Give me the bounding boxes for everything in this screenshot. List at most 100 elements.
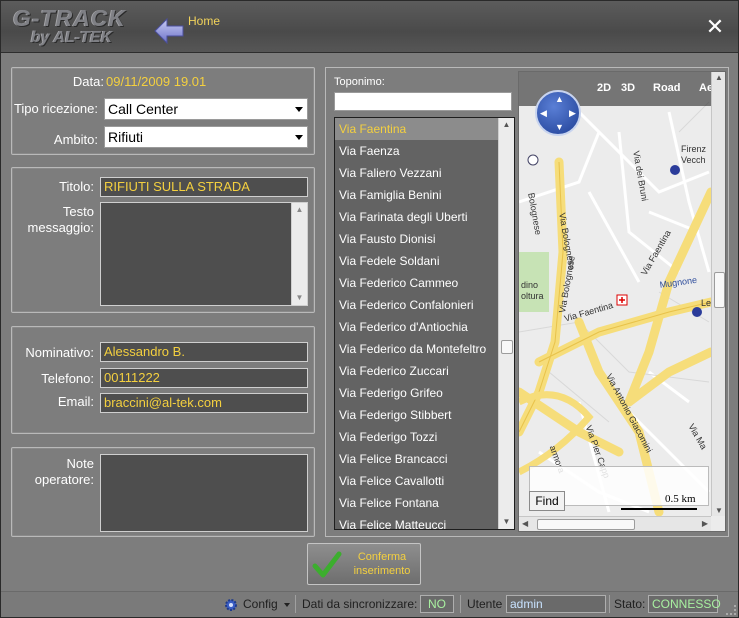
- logo-main: G-TRACK: [13, 5, 127, 31]
- user-label: Utente: [467, 597, 503, 611]
- data-value: 09/11/2009 19.01: [106, 74, 207, 89]
- street-list-item[interactable]: Via Felice Matteucci: [335, 514, 498, 529]
- scroll-up-icon[interactable]: ▲: [715, 73, 723, 82]
- map-scale-label: 0.5 km: [665, 493, 696, 505]
- chevron-down-icon: [295, 135, 303, 140]
- home-button[interactable]: Home: [153, 13, 233, 47]
- telefono-label: Telefono:: [41, 371, 94, 386]
- testo-label-line2: messaggio:: [27, 220, 94, 235]
- ambito-label: Ambito:: [53, 132, 98, 147]
- note-operatore-textarea[interactable]: [100, 454, 308, 532]
- toponimo-label: Toponimo:: [334, 76, 385, 88]
- status-separator: [295, 595, 296, 613]
- testo-label: Testo messaggio:: [4, 204, 94, 236]
- scroll-down-icon[interactable]: ▼: [715, 506, 723, 515]
- street-list-item[interactable]: Via Federico d'Antiochia: [335, 316, 498, 338]
- street-list-item[interactable]: Via Federigo Tozzi: [335, 426, 498, 448]
- street-list-item[interactable]: Via Famiglia Benini: [335, 184, 498, 206]
- email-field[interactable]: braccini@al-tek.com: [100, 393, 308, 413]
- note-label: Note operatore:: [4, 456, 94, 488]
- find-button[interactable]: Find: [529, 491, 565, 511]
- scroll-up-icon[interactable]: ▲: [499, 118, 514, 132]
- title-bar: G-TRACK by AL-TEK Home ✕: [1, 1, 738, 53]
- message-group: Titolo: RIFIUTI SULLA STRADA Testo messa…: [11, 167, 315, 313]
- map-tab-2d[interactable]: 2D: [597, 82, 611, 94]
- pan-down-icon[interactable]: ▼: [555, 122, 564, 132]
- state-label: Stato:: [614, 597, 646, 611]
- confirm-label: Conferma inserimento: [346, 550, 418, 578]
- scroll-down-icon[interactable]: ▼: [499, 515, 514, 529]
- ambito-select[interactable]: Rifiuti: [104, 126, 308, 148]
- street-list-item[interactable]: Via Faliero Vezzani: [335, 162, 498, 184]
- home-label: Home: [188, 14, 221, 28]
- scroll-left-icon[interactable]: ◀: [522, 519, 528, 528]
- state-value: CONNESSO: [648, 595, 721, 613]
- back-arrow-icon: [154, 17, 184, 45]
- testo-messaggio-textarea[interactable]: ▲ ▼: [100, 202, 308, 306]
- toponimo-panel: Toponimo: Via Faentina Via Faenza Via Fali…: [325, 67, 729, 537]
- check-icon: [312, 551, 342, 578]
- street-list[interactable]: Via Faentina Via Faenza Via Faliero Vezzan…: [334, 117, 515, 530]
- status-separator: [460, 595, 461, 613]
- map-hscroll-thumb[interactable]: [537, 519, 635, 530]
- logo-sub: by AL-TEK: [31, 29, 113, 46]
- street-list-item[interactable]: Via Faentina: [335, 118, 498, 140]
- street-list-item[interactable]: Via Federico Confalonieri: [335, 294, 498, 316]
- note-label-line1: Note: [66, 456, 94, 471]
- street-list-item[interactable]: Via Fedele Soldani: [335, 250, 498, 272]
- confirm-label-line2: inserimento: [353, 565, 411, 577]
- pan-up-icon[interactable]: ▲: [555, 94, 564, 104]
- map-horizontal-scrollbar[interactable]: ◀ ▶: [519, 516, 711, 531]
- nominativo-label: Nominativo:: [25, 345, 94, 360]
- compass-pan-icon[interactable]: ▲ ▼ ◀ ▶: [535, 90, 581, 136]
- map-vertical-scrollbar[interactable]: ▲ ▼: [711, 72, 725, 516]
- street-list-item[interactable]: Via Fausto Dionisi: [335, 228, 498, 250]
- map-tab-road[interactable]: Road: [653, 82, 681, 94]
- street-list-item[interactable]: Via Federico Cammeo: [335, 272, 498, 294]
- street-list-item[interactable]: Via Federigo Stibbert: [335, 404, 498, 426]
- map-tab-3d[interactable]: 3D: [621, 82, 635, 94]
- tipo-ricezione-value: Call Center: [108, 101, 179, 117]
- note-label-line2: operatore:: [34, 472, 94, 487]
- confirm-button[interactable]: Conferma inserimento: [307, 543, 421, 585]
- confirm-label-line1: Conferma: [357, 551, 407, 563]
- sync-value: NO: [420, 595, 454, 613]
- scroll-up-icon[interactable]: ▲: [292, 203, 307, 217]
- street-list-scrollbar[interactable]: ▲ ▼: [498, 118, 514, 529]
- config-menu[interactable]: Config: [223, 595, 293, 615]
- resize-grip[interactable]: [726, 605, 736, 615]
- pan-right-icon[interactable]: ▶: [569, 108, 576, 119]
- street-list-item[interactable]: Via Federico da Montefeltro: [335, 338, 498, 360]
- scroll-right-icon[interactable]: ▶: [702, 519, 708, 528]
- tipo-ricezione-select[interactable]: Call Center: [104, 98, 308, 120]
- street-list-item[interactable]: Via Faenza: [335, 140, 498, 162]
- street-list-scroll-thumb[interactable]: [501, 340, 513, 354]
- map-view[interactable]: Firenz Vecch Bolognese Via dei Bruni Via…: [518, 71, 726, 532]
- close-button[interactable]: ✕: [705, 17, 725, 39]
- street-list-item[interactable]: Via Farinata degli Uberti: [335, 206, 498, 228]
- telefono-field[interactable]: 00111222: [100, 368, 308, 388]
- gear-icon: [225, 599, 237, 611]
- note-group: Note operatore:: [11, 447, 315, 537]
- scroll-down-icon[interactable]: ▼: [292, 291, 307, 305]
- street-list-item[interactable]: Via Felice Brancacci: [335, 448, 498, 470]
- street-list-item[interactable]: Via Felice Fontana: [335, 492, 498, 514]
- street-list-item[interactable]: Via Federigo Grifeo: [335, 382, 498, 404]
- email-label: Email:: [57, 394, 94, 409]
- map-label-le: Le: [701, 298, 712, 308]
- nominativo-field[interactable]: Alessandro B.: [100, 342, 308, 362]
- map-vscroll-thumb[interactable]: [714, 272, 725, 308]
- pan-left-icon[interactable]: ◀: [540, 108, 547, 119]
- street-list-item[interactable]: Via Federico Zuccari: [335, 360, 498, 382]
- status-bar: Config Dati da sincronizzare: NO Utente …: [1, 591, 738, 617]
- contact-group: Nominativo: Alessandro B. Telefono: 0011…: [11, 326, 315, 434]
- toponimo-input[interactable]: [334, 92, 512, 111]
- sync-label: Dati da sincronizzare:: [302, 597, 418, 611]
- testo-label-line1: Testo: [62, 204, 94, 219]
- testo-scrollbar[interactable]: ▲ ▼: [291, 203, 307, 305]
- user-value: admin: [506, 595, 606, 613]
- titolo-field[interactable]: RIFIUTI SULLA STRADA: [100, 177, 308, 197]
- data-label: Data:: [72, 74, 104, 89]
- street-list-item[interactable]: Via Felice Cavallotti: [335, 470, 498, 492]
- chevron-down-icon: [295, 107, 303, 112]
